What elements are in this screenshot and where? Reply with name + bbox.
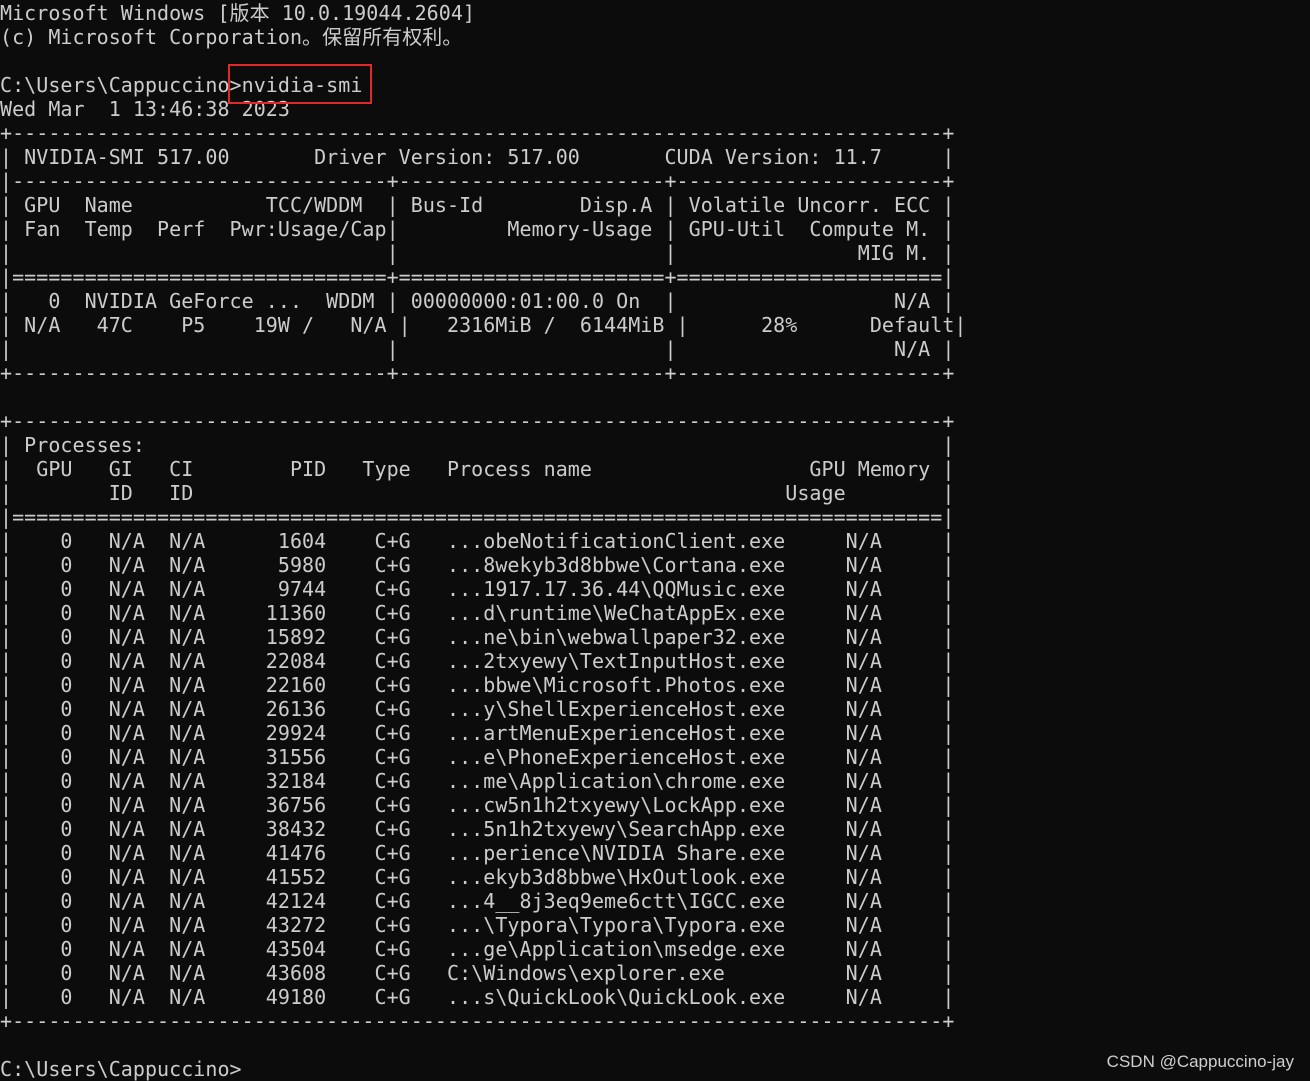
table-border: +---------------------------------------… — [0, 1009, 955, 1033]
process-row: | 0 N/A N/A 5980 C+G ...8wekyb3d8bbwe\Co… — [0, 553, 955, 577]
process-header-row: | ID ID Usage | — [0, 481, 955, 505]
process-row: | 0 N/A N/A 43272 C+G ...\Typora\Typora\… — [0, 913, 955, 937]
timestamp-line: Wed Mar 1 13:46:38 2023 — [0, 97, 290, 121]
table-border: +---------------------------------------… — [0, 409, 955, 433]
process-row: | 0 N/A N/A 9744 C+G ...1917.17.36.44\QQ… — [0, 577, 955, 601]
process-row: | 0 N/A N/A 31556 C+G ...e\PhoneExperien… — [0, 745, 955, 769]
copyright-line: (c) Microsoft Corporation。保留所有权利。 — [0, 25, 463, 49]
gpu-row: | 0 NVIDIA GeForce ... WDDM | 00000000:0… — [0, 289, 955, 313]
process-row: | 0 N/A N/A 49180 C+G ...s\QuickLook\Qui… — [0, 985, 955, 1009]
process-row: | 0 N/A N/A 32184 C+G ...me\Application\… — [0, 769, 955, 793]
process-header-row: | GPU GI CI PID Type Process name GPU Me… — [0, 457, 955, 481]
watermark: CSDN @Cappuccino-jay — [1106, 1052, 1294, 1071]
process-row: | 0 N/A N/A 36756 C+G ...cw5n1h2txyewy\L… — [0, 793, 955, 817]
driver-info-line: | NVIDIA-SMI 517.00 Driver Version: 517.… — [0, 145, 955, 169]
terminal-output[interactable]: Microsoft Windows [版本 10.0.19044.2604] (c… — [0, 1, 966, 1081]
process-row: | 0 N/A N/A 29924 C+G ...artMenuExperien… — [0, 721, 955, 745]
final-prompt-line: C:\Users\Cappuccino> — [0, 1057, 242, 1081]
process-row: | 0 N/A N/A 22160 C+G ...bbwe\Microsoft.… — [0, 673, 955, 697]
process-row: | 0 N/A N/A 41552 C+G ...ekyb3d8bbwe\HxO… — [0, 865, 955, 889]
gpu-header-row: | Fan Temp Perf Pwr:Usage/Cap| Memory-Us… — [0, 217, 955, 241]
command-line: C:\Users\Cappuccino>nvidia-smi — [0, 73, 363, 97]
gpu-header-row: | | | MIG M. | — [0, 241, 955, 265]
process-row: | 0 N/A N/A 26136 C+G ...y\ShellExperien… — [0, 697, 955, 721]
process-row: | 0 N/A N/A 1604 C+G ...obeNotificationC… — [0, 529, 955, 553]
gpu-row: | | | N/A | — [0, 337, 955, 361]
table-border: |=======================================… — [0, 505, 955, 529]
table-border: |-------------------------------+-------… — [0, 169, 955, 193]
process-row: | 0 N/A N/A 41476 C+G ...perience\NVIDIA… — [0, 841, 955, 865]
process-row: | 0 N/A N/A 15892 C+G ...ne\bin\webwallp… — [0, 625, 955, 649]
gpu-row: | N/A 47C P5 19W / N/A | 2316MiB / 6144M… — [0, 313, 967, 337]
table-border: +-------------------------------+-------… — [0, 361, 955, 385]
gpu-header-row: | GPU Name TCC/WDDM | Bus-Id Disp.A | Vo… — [0, 193, 955, 217]
process-row: | 0 N/A N/A 38432 C+G ...5n1h2txyewy\Sea… — [0, 817, 955, 841]
process-row: | 0 N/A N/A 43504 C+G ...ge\Application\… — [0, 937, 955, 961]
process-row: | 0 N/A N/A 42124 C+G ...4__8j3eq9eme6ct… — [0, 889, 955, 913]
command-highlight-box — [228, 64, 372, 104]
process-row: | 0 N/A N/A 43608 C+G C:\Windows\explore… — [0, 961, 955, 985]
process-row: | 0 N/A N/A 11360 C+G ...d\runtime\WeCha… — [0, 601, 955, 625]
process-row: | 0 N/A N/A 22084 C+G ...2txyewy\TextInp… — [0, 649, 955, 673]
table-border: +---------------------------------------… — [0, 121, 955, 145]
processes-title: | Processes: | — [0, 433, 955, 457]
os-version-line: Microsoft Windows [版本 10.0.19044.2604] — [0, 1, 475, 25]
table-border: |===============================+=======… — [0, 265, 955, 289]
